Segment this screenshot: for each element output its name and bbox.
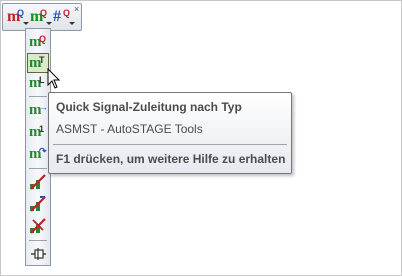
signal-q-tool-button[interactable]: m Q [28, 33, 48, 51]
signal-q-button[interactable]: m Q [7, 8, 29, 26]
pen-red-icon [30, 174, 46, 190]
signal-l-tool-button[interactable]: m L [28, 74, 48, 92]
signal-q-green-button[interactable]: m Q [30, 8, 52, 26]
pin-icon [31, 248, 46, 260]
signal-type-tool-button[interactable]: m T [27, 53, 49, 73]
tooltip-title: Quick Signal-Zuleitung nach Typ [56, 100, 242, 114]
q-superscript: Q [17, 8, 25, 18]
tooltip-subtitle: ASMST - AutoSTAGE Tools [56, 122, 203, 136]
pen-blue-tool-button[interactable] [28, 195, 48, 213]
q-superscript: Q [40, 8, 48, 18]
pen-cross-icon [30, 218, 46, 234]
hash-letter: # [53, 8, 61, 25]
toolbar-separator [29, 240, 47, 241]
rotate-superscript: ↷ [39, 146, 47, 156]
arrow-superscript: → [39, 102, 48, 112]
l-superscript: L [39, 75, 45, 85]
pin-tool-button[interactable] [28, 245, 48, 263]
mouse-pointer-icon [47, 68, 61, 89]
q-superscript: Q [63, 8, 71, 18]
t-superscript: T [39, 55, 45, 65]
q-superscript: Q [39, 34, 47, 44]
signal-rotate-tool-button[interactable]: m ↷ [28, 145, 48, 163]
signal-1-tool-button[interactable]: m 1 [28, 123, 48, 141]
pen-cross-tool-button[interactable] [28, 217, 48, 235]
close-icon[interactable]: × [74, 5, 79, 14]
dropdown-arrow-icon[interactable] [69, 22, 75, 25]
pen-red-tool-button[interactable] [28, 173, 48, 191]
dropdown-arrow-icon[interactable] [23, 22, 29, 25]
signal-arrow-tool-button[interactable]: m → [28, 101, 48, 119]
tooltip-help-text: F1 drücken, um weitere Hilfe zu erhalten [56, 152, 286, 166]
pen-blue-icon [30, 196, 46, 212]
one-superscript: 1 [39, 124, 45, 134]
dropdown-arrow-icon[interactable] [46, 22, 52, 25]
quick-signal-toolbar: m Q m Q # Q × [2, 3, 82, 31]
toolbar-separator [29, 96, 47, 97]
tooltip: Quick Signal-Zuleitung nach Typ ASMST - … [48, 92, 292, 174]
toolbar-separator [29, 168, 47, 169]
tooltip-divider [53, 144, 287, 145]
hash-q-button[interactable]: # Q [53, 8, 75, 26]
